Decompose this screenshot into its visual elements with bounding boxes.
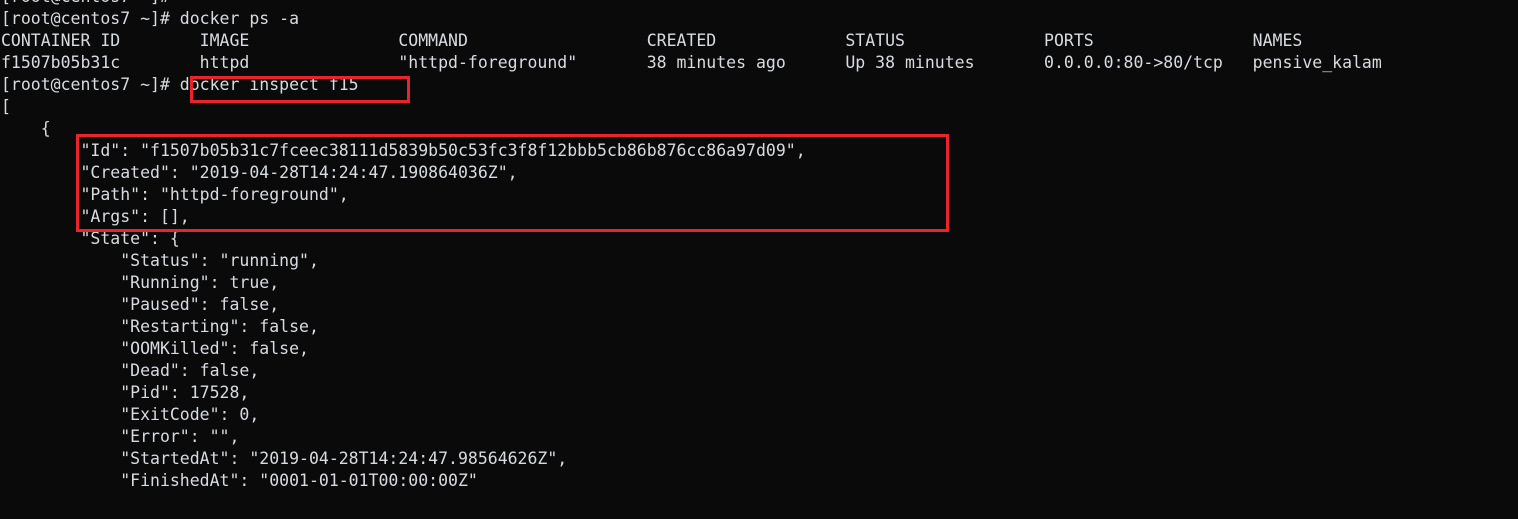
json-array-open: [ (1, 97, 11, 116)
json-field-created: "Created": "2019-04-28T14:24:47.19086403… (1, 163, 518, 182)
ps-table-header-row: CONTAINER ID IMAGE COMMAND CREATED STATU… (1, 31, 1303, 50)
json-field-state-status: "Status": "running", (1, 251, 319, 270)
json-field-state-running: "Running": true, (1, 273, 280, 292)
json-field-state-oomkilled: "OOMKilled": false, (1, 339, 309, 358)
json-field-state: "State": { (1, 229, 180, 248)
json-field-state-exitcode: "ExitCode": 0, (1, 405, 260, 424)
terminal-line-prompt-docker-inspect: [root@centos7 ~]# docker inspect f15 (1, 75, 359, 94)
json-field-state-finishedat: "FinishedAt": "0001-01-01T00:00:00Z" (1, 471, 478, 490)
json-field-args: "Args": [], (1, 207, 190, 226)
json-field-id: "Id": "f1507b05b31c7fceec38111d5839b50c5… (1, 141, 806, 160)
json-field-state-paused: "Paused": false, (1, 295, 280, 314)
json-field-state-dead: "Dead": false, (1, 361, 260, 380)
json-field-state-pid: "Pid": 17528, (1, 383, 250, 402)
ps-table-row: f1507b05b31c httpd "httpd-foreground" 38… (1, 53, 1382, 72)
json-field-state-restarting: "Restarting": false, (1, 317, 319, 336)
json-field-state-startedat: "StartedAt": "2019-04-28T14:24:47.985646… (1, 449, 568, 468)
json-field-path: "Path": "httpd-foreground", (1, 185, 349, 204)
terminal-window[interactable]: [root@centos7 ~]# [root@centos7 ~]# dock… (0, 0, 1518, 519)
terminal-line: [root@centos7 ~]# (0, 0, 1518, 8)
json-field-state-error: "Error": "", (1, 427, 240, 446)
json-object-open: { (1, 119, 51, 138)
terminal-output: [root@centos7 ~]# [root@centos7 ~]# dock… (0, 0, 1518, 492)
terminal-line-prompt-docker-ps: [root@centos7 ~]# docker ps -a (1, 9, 300, 28)
